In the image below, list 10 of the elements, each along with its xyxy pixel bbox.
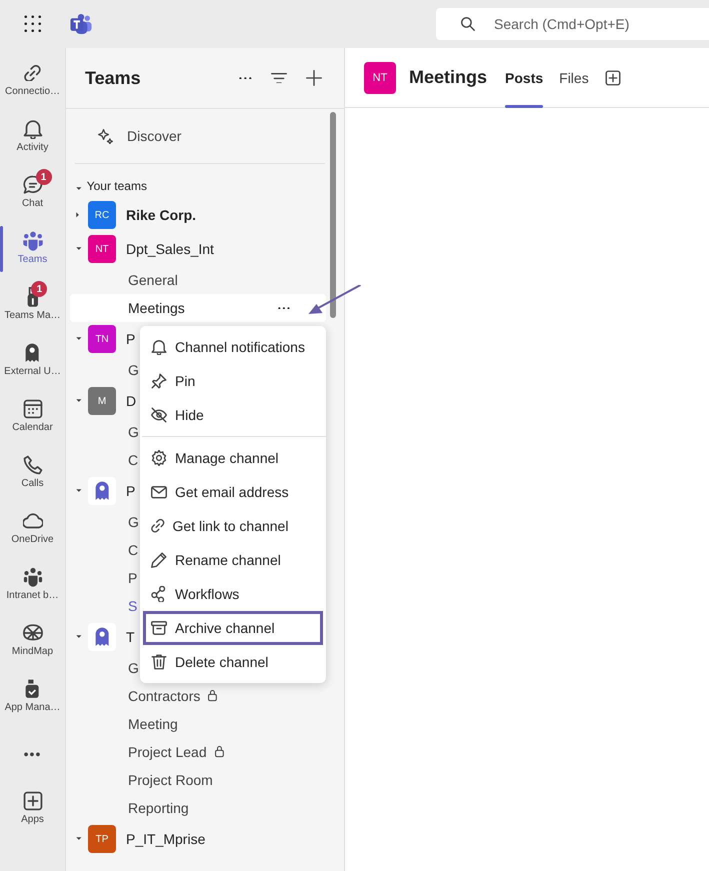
notification-badge: 1 <box>31 281 48 297</box>
team-avatar: M <box>88 387 116 415</box>
channel-avatar: NT <box>364 62 396 94</box>
team-avatar: NT <box>88 235 116 263</box>
channel-title: Meetings <box>409 67 488 88</box>
team-avatar: RC <box>88 201 116 229</box>
team-avatar: TP <box>88 825 116 853</box>
notification-badge: 1 <box>36 169 52 185</box>
team-avatar: TN <box>88 325 116 353</box>
panel-title: Teams <box>85 68 142 88</box>
